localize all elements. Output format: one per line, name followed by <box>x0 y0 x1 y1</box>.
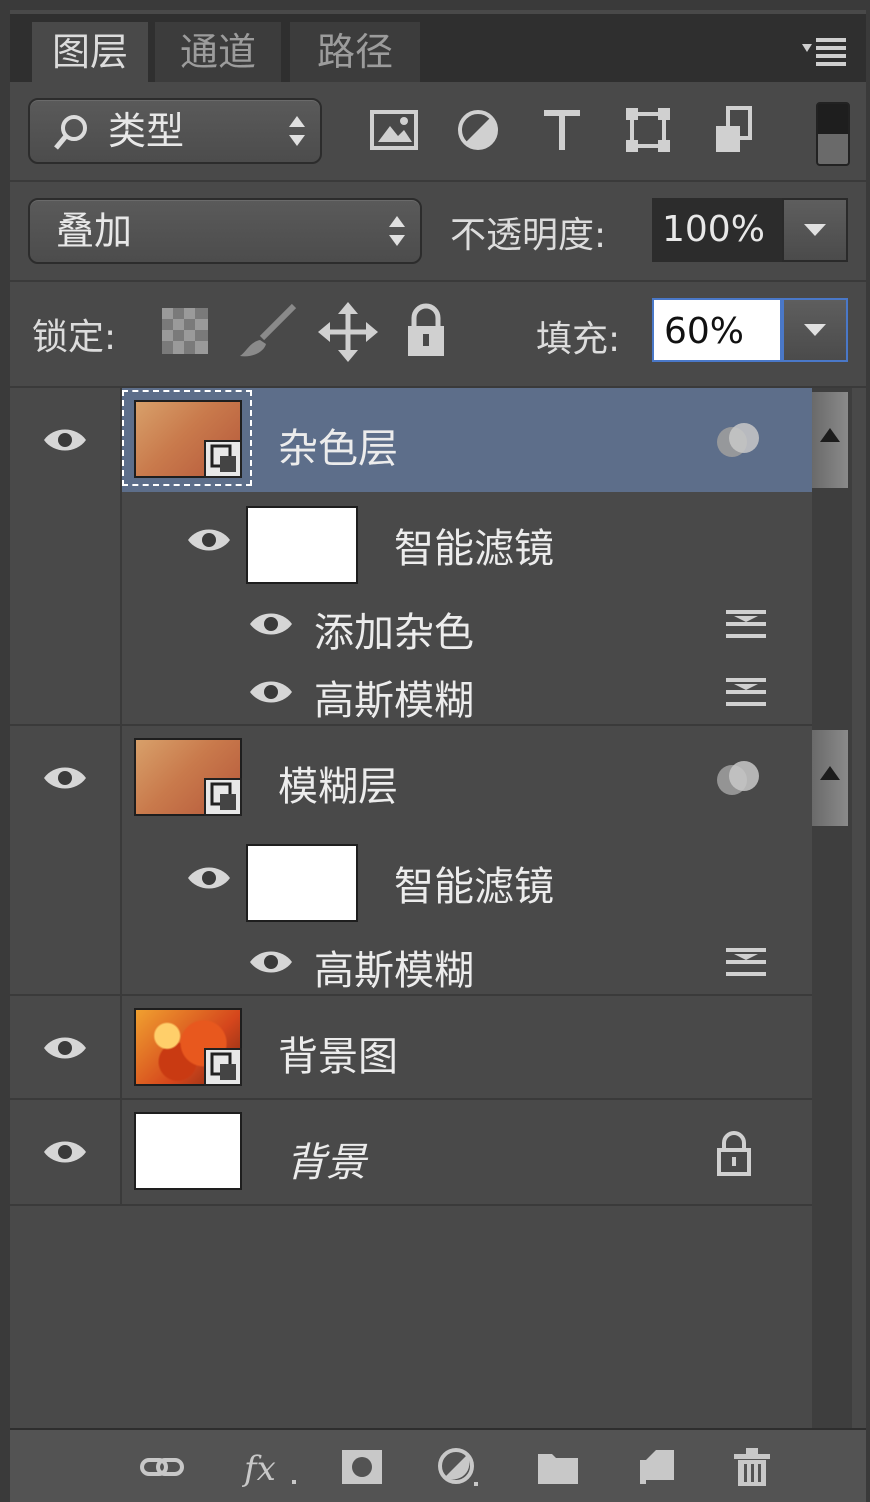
smart-filter-blend-icon[interactable] <box>714 756 762 800</box>
layer-locked-icon[interactable] <box>716 1130 752 1176</box>
lock-row: 锁定: 填充: 60% <box>10 282 866 386</box>
tab-paths[interactable]: 路径 <box>290 22 420 82</box>
link-layers-icon[interactable] <box>140 1446 184 1488</box>
layers-bottom-toolbar: fx <box>10 1428 866 1502</box>
chevron-down-icon <box>804 224 826 236</box>
smart-object-badge-icon <box>204 1048 242 1086</box>
visibility-eye-icon[interactable] <box>42 1138 88 1166</box>
fill-label: 填充: <box>536 319 621 360</box>
adjustment-filter-icon[interactable] <box>452 104 504 156</box>
layer-thumbnail <box>134 1112 242 1190</box>
filter-kind-dropdown[interactable]: 类型 <box>28 98 322 164</box>
lock-transparency-icon[interactable] <box>162 308 208 354</box>
layer-background[interactable]: 背景 <box>10 1100 812 1204</box>
opacity-input[interactable]: 100% <box>652 198 782 262</box>
fill-dropdown-button[interactable] <box>782 298 848 362</box>
visibility-eye-icon[interactable] <box>42 426 88 454</box>
visibility-eye-icon[interactable] <box>186 526 232 554</box>
svg-text:fx: fx <box>242 1449 276 1488</box>
search-icon <box>54 115 87 150</box>
smart-filters-label[interactable]: 智能滤镜 <box>394 516 554 574</box>
visibility-eye-icon[interactable] <box>42 764 88 792</box>
blend-row: 叠加 不透明度: 100% <box>10 182 866 280</box>
filter-kind-label: 类型 <box>108 109 185 153</box>
layer-name[interactable]: 杂色层 <box>278 416 398 474</box>
blend-mode-dropdown[interactable]: 叠加 <box>28 198 422 264</box>
panel-menu-icon[interactable] <box>802 32 848 68</box>
layer-name[interactable]: 背景图 <box>278 1024 398 1082</box>
scroll-thumb[interactable] <box>812 392 848 488</box>
opacity-dropdown-button[interactable] <box>782 198 848 262</box>
lock-position-move-icon[interactable] <box>318 302 378 362</box>
blend-mode-label: 叠加 <box>56 209 133 253</box>
smart-object-filter-icon[interactable] <box>710 104 762 156</box>
visibility-eye-icon[interactable] <box>248 678 294 706</box>
lock-pixels-brush-icon[interactable] <box>236 302 298 360</box>
updown-arrow-icon <box>289 116 305 146</box>
scroll-thumb[interactable] <box>812 730 848 826</box>
fill-input[interactable]: 60% <box>652 298 782 362</box>
layer-name[interactable]: 模糊层 <box>278 754 398 812</box>
shape-filter-icon[interactable] <box>622 104 674 156</box>
smart-filter-mask-thumbnail[interactable] <box>246 844 358 922</box>
opacity-label: 不透明度: <box>450 215 607 256</box>
lock-all-icon[interactable] <box>404 302 448 358</box>
filter-options-icon[interactable] <box>724 606 768 642</box>
scroll-up-arrow-icon[interactable] <box>820 766 840 780</box>
filter-row: 类型 <box>10 84 866 180</box>
visibility-eye-icon[interactable] <box>42 1034 88 1062</box>
tab-channels[interactable]: 通道 <box>155 22 281 82</box>
layer-noise[interactable]: 杂色层 智能滤镜 添加杂色 高斯模糊 <box>10 388 812 724</box>
layer-blur[interactable]: 模糊层 智能滤镜 高斯模糊 <box>10 726 812 994</box>
panel-tab-bar: 图层 通道 路径 <box>10 14 866 82</box>
updown-arrow-icon <box>389 216 405 246</box>
layer-name[interactable]: 背景 <box>286 1130 366 1188</box>
filter-name[interactable]: 高斯模糊 <box>314 938 474 996</box>
smart-object-badge-icon <box>204 440 242 478</box>
scroll-up-arrow-icon[interactable] <box>820 428 840 442</box>
image-filter-icon[interactable] <box>368 104 420 156</box>
smart-filter-blend-icon[interactable] <box>714 418 762 462</box>
layers-scrollbar[interactable] <box>812 388 852 1428</box>
chevron-down-icon <box>804 324 826 336</box>
new-layer-icon[interactable] <box>636 1446 680 1488</box>
new-adjustment-icon[interactable] <box>436 1446 480 1488</box>
layers-list: 杂色层 智能滤镜 添加杂色 高斯模糊 模糊层 智能滤镜 高斯模糊 背景图 背景 <box>10 388 812 1428</box>
visibility-eye-icon[interactable] <box>248 948 294 976</box>
visibility-eye-icon[interactable] <box>248 610 294 638</box>
lock-label: 锁定: <box>32 317 117 358</box>
add-mask-icon[interactable] <box>340 1446 384 1488</box>
filter-toggle-icon[interactable] <box>816 102 850 166</box>
visibility-eye-icon[interactable] <box>186 864 232 892</box>
filter-options-icon[interactable] <box>724 944 768 980</box>
new-group-icon[interactable] <box>536 1446 580 1488</box>
smart-filter-mask-thumbnail[interactable] <box>246 506 358 584</box>
filter-options-icon[interactable] <box>724 674 768 710</box>
type-filter-icon[interactable] <box>536 104 588 156</box>
filter-name[interactable]: 高斯模糊 <box>314 668 474 726</box>
fx-icon[interactable]: fx <box>242 1446 302 1488</box>
layer-background-image[interactable]: 背景图 <box>10 996 812 1098</box>
smart-object-badge-icon <box>204 778 242 816</box>
smart-filters-label[interactable]: 智能滤镜 <box>394 854 554 912</box>
tab-layers[interactable]: 图层 <box>32 22 148 82</box>
delete-layer-icon[interactable] <box>730 1446 774 1488</box>
filter-name[interactable]: 添加杂色 <box>314 600 474 658</box>
